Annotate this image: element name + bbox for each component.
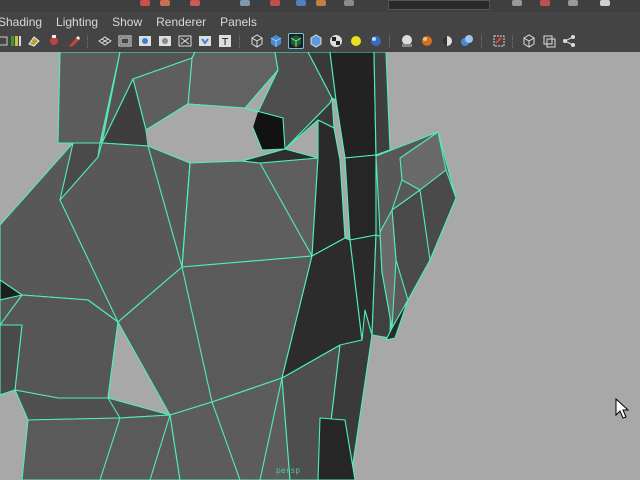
hypershade-icon[interactable] bbox=[600, 0, 610, 6]
menu-show[interactable]: Show bbox=[112, 15, 148, 29]
textured-icon[interactable] bbox=[328, 33, 344, 49]
xray-icon[interactable] bbox=[541, 33, 557, 49]
motion-blur-icon[interactable] bbox=[439, 33, 455, 49]
isolate-select-icon[interactable] bbox=[521, 33, 537, 49]
ambient-occlusion-icon[interactable] bbox=[419, 33, 435, 49]
default-material-icon[interactable] bbox=[308, 33, 324, 49]
smooth-shade-icon[interactable] bbox=[268, 33, 284, 49]
use-all-lights-icon[interactable] bbox=[348, 33, 364, 49]
paint-select-icon[interactable] bbox=[190, 0, 200, 6]
wireframe-grid-icon[interactable] bbox=[97, 33, 113, 49]
toolbar-separator bbox=[239, 35, 242, 48]
field-chart-icon[interactable] bbox=[177, 33, 193, 49]
input-field[interactable] bbox=[388, 0, 490, 10]
lasso-tool-icon[interactable] bbox=[160, 0, 170, 6]
bookmarks-icon[interactable] bbox=[8, 33, 24, 49]
wireframe-icon[interactable] bbox=[249, 33, 265, 49]
xray-joints-icon[interactable] bbox=[561, 33, 577, 49]
perspective-viewport[interactable]: persp bbox=[0, 52, 640, 480]
render-icon[interactable] bbox=[512, 0, 522, 6]
toolbar-separator bbox=[389, 35, 392, 48]
panel-toolbar: T bbox=[0, 32, 640, 53]
snap-point-icon[interactable] bbox=[296, 0, 306, 6]
safe-title-icon[interactable]: T bbox=[217, 33, 233, 49]
camera-label: persp bbox=[276, 466, 301, 475]
snap-surface-icon[interactable] bbox=[316, 0, 326, 6]
toolbar-separator bbox=[512, 35, 515, 48]
snap-grid-icon[interactable] bbox=[240, 0, 250, 6]
ipr-render-icon[interactable] bbox=[540, 0, 550, 6]
panel-menu-bar: Shading Lighting Show Renderer Panels bbox=[0, 12, 640, 32]
gate-mask-icon[interactable] bbox=[157, 33, 173, 49]
render-settings-icon[interactable] bbox=[568, 0, 578, 6]
multisample-icon[interactable] bbox=[459, 33, 475, 49]
grease-pencil-icon[interactable] bbox=[66, 33, 82, 49]
select-tool-icon[interactable] bbox=[140, 0, 150, 6]
snap-curve-icon[interactable] bbox=[270, 0, 280, 6]
wireframe-on-shaded-icon[interactable] bbox=[288, 33, 304, 49]
film-gate-icon[interactable] bbox=[117, 33, 133, 49]
menu-panels[interactable]: Panels bbox=[220, 15, 263, 29]
image-plane-icon[interactable] bbox=[26, 33, 42, 49]
shadows-icon[interactable] bbox=[368, 33, 384, 49]
menu-lighting[interactable]: Lighting bbox=[56, 15, 104, 29]
depth-of-field-icon[interactable] bbox=[491, 33, 507, 49]
toolbar-separator bbox=[481, 35, 484, 48]
menu-renderer[interactable]: Renderer bbox=[156, 15, 212, 29]
high-quality-icon[interactable] bbox=[399, 33, 415, 49]
toolbar-separator bbox=[87, 35, 90, 48]
svg-text:T: T bbox=[221, 37, 229, 48]
head-mesh-wireframe[interactable] bbox=[0, 52, 640, 480]
make-live-icon[interactable] bbox=[344, 0, 354, 6]
camera-2d-pan-icon[interactable] bbox=[46, 33, 62, 49]
safe-action-icon[interactable] bbox=[197, 33, 213, 49]
menu-shading[interactable]: Shading bbox=[0, 15, 48, 29]
resolution-gate-icon[interactable] bbox=[137, 33, 153, 49]
